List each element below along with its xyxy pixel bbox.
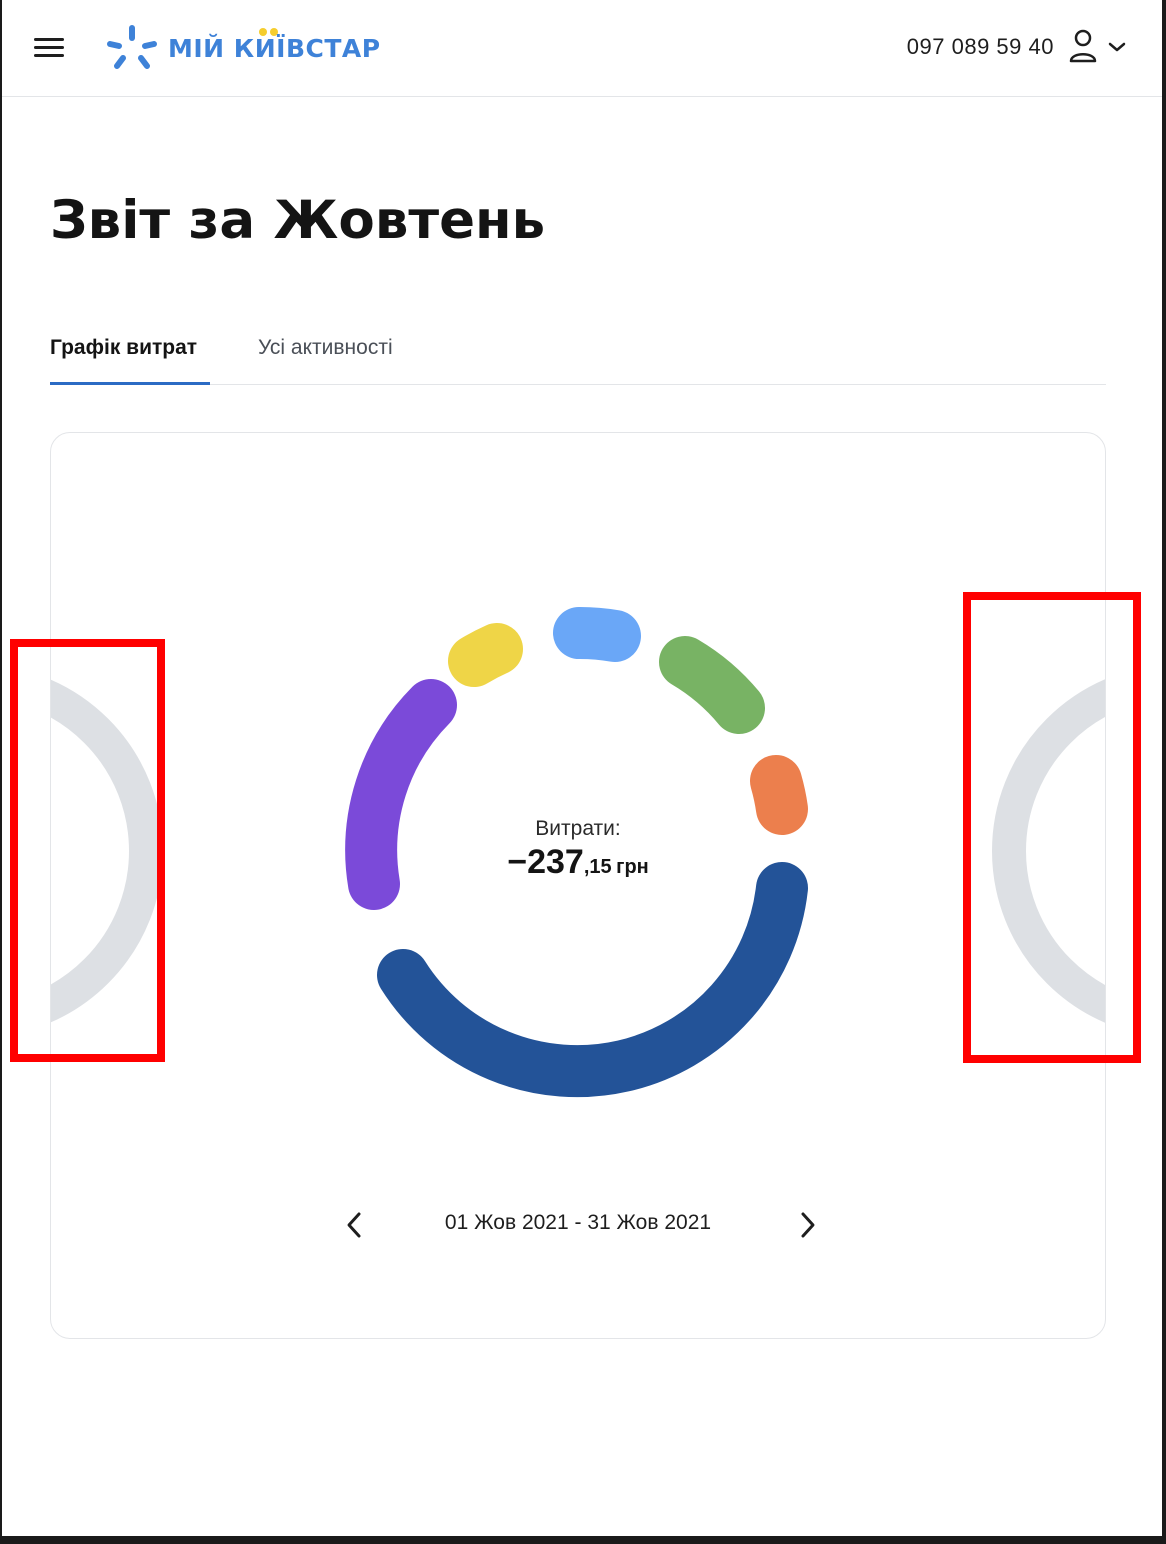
account-menu-button[interactable] xyxy=(1066,28,1128,68)
spending-donut-chart xyxy=(51,607,1105,1098)
segment-yellow xyxy=(448,623,523,687)
tab-spending-chart[interactable]: Графік витрат xyxy=(50,336,197,360)
phone-number: 097 089 59 40 xyxy=(906,34,1054,59)
annotation-box-left xyxy=(10,639,165,1062)
spending-amount-integer: −237 xyxy=(507,843,584,881)
page-title: Звіт за Жовтень xyxy=(50,190,546,251)
top-header: МІЙ КИЇВСТАР 097 089 59 40 xyxy=(2,0,1162,97)
spending-amount-decimal: ,15 xyxy=(583,856,612,878)
spending-total: −237,15 грн xyxy=(428,843,728,882)
report-tabs: Графік витрат Усі активності xyxy=(50,320,1106,385)
tab-label: Усі активності xyxy=(258,336,393,359)
chevron-left-icon xyxy=(347,1212,361,1238)
segment-orange xyxy=(750,755,808,835)
segment-green xyxy=(659,636,765,734)
currency-label: грн xyxy=(616,856,649,878)
segment-purple xyxy=(345,679,457,910)
next-period-button[interactable] xyxy=(793,1209,821,1241)
spending-chart-card: Витрати: −237,15 грн 01 Жов 2021 - 31 Жо… xyxy=(50,432,1106,1339)
chevron-right-icon xyxy=(801,1212,815,1238)
date-range: 01 Жов 2021 - 31 Жов 2021 xyxy=(444,1211,712,1234)
spending-label: Витрати: xyxy=(535,817,621,840)
chevron-down-icon xyxy=(1108,42,1126,52)
kyivstar-star-icon xyxy=(107,25,157,69)
menu-icon[interactable] xyxy=(34,36,66,60)
kyivstar-logo[interactable]: МІЙ КИЇВСТАР xyxy=(104,22,380,74)
previous-period-button[interactable] xyxy=(341,1209,369,1241)
active-tab-indicator xyxy=(50,382,210,385)
segment-light-blue xyxy=(553,607,641,662)
user-icon xyxy=(1069,29,1097,63)
annotation-box-right xyxy=(963,592,1141,1063)
logo-text: МІЙ КИЇВСТАР xyxy=(168,34,381,63)
segment-dark-blue xyxy=(377,862,808,1098)
tab-label: Графік витрат xyxy=(50,336,198,359)
tab-all-activities[interactable]: Усі активності xyxy=(258,336,393,360)
